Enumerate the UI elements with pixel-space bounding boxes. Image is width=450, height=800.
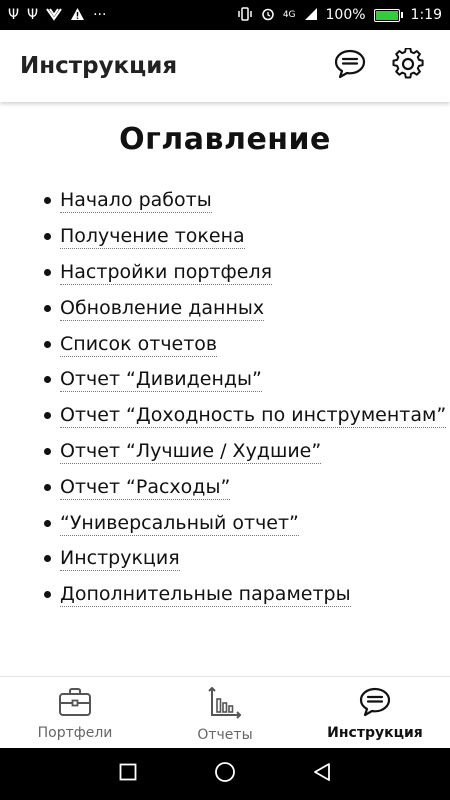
tab-label: Отчеты [197, 727, 253, 743]
toc-link[interactable]: Список отчетов [60, 332, 218, 357]
settings-button[interactable] [386, 44, 430, 88]
bullet [44, 555, 51, 563]
bottom-navigation: Портфели Отчеты Инструкция [0, 676, 450, 748]
network-type-label: 4G [282, 9, 296, 20]
tab-label: Инструкция [327, 725, 423, 741]
toc-link[interactable]: “Универсальный отчет” [60, 511, 299, 536]
list-item: Получение токена [44, 219, 450, 255]
toc-link[interactable]: Отчет “Лучшие / Худшие” [60, 439, 322, 464]
app-bar: Инструкция [0, 30, 450, 102]
chat-icon [359, 687, 391, 721]
tab-portfolios[interactable]: Портфели [0, 677, 150, 748]
usb-icon: Ψ [27, 7, 39, 23]
bullet [44, 197, 51, 205]
bullet [44, 483, 51, 491]
bullet [44, 376, 51, 384]
battery-percent: 100% [325, 7, 366, 23]
back-button[interactable] [302, 754, 342, 794]
toc-link[interactable]: Отчет “Расходы” [60, 475, 231, 500]
toc-title: Оглавление [119, 122, 331, 157]
vibrate-icon [237, 6, 253, 24]
list-item: Отчет “Дивиденды” [44, 362, 450, 398]
bullet [44, 268, 51, 276]
status-bar-left: Ψ Ψ ··· [8, 7, 106, 24]
toc-link[interactable]: Инструкция [60, 546, 180, 572]
bullet [44, 519, 51, 527]
chart-icon [208, 686, 242, 723]
chat-icon [334, 49, 366, 83]
toc-list: Начало работы Получение токена Настройки… [0, 183, 450, 613]
list-item: Отчет “Доходность по инструментам” [44, 398, 450, 434]
bullet [44, 591, 51, 599]
instruction-content: Оглавление Начало работы Получение токен… [0, 102, 450, 676]
bullet [44, 340, 51, 348]
toc-link[interactable]: Отчет “Дивиденды” [60, 367, 262, 393]
gear-icon [392, 47, 424, 84]
tab-instruction[interactable]: Инструкция [300, 677, 450, 748]
back-icon [312, 762, 332, 786]
list-item: Настройки портфеля [44, 255, 450, 291]
warning-icon [70, 7, 85, 24]
list-item: Отчет “Лучшие / Худшие” [44, 434, 450, 470]
toc-link[interactable]: Отчет “Доходность по инструментам” [60, 403, 447, 429]
toc-link[interactable]: Начало работы [60, 188, 212, 214]
toc-link[interactable]: Дополнительные параметры [60, 582, 351, 608]
battery-icon [373, 8, 403, 22]
list-item: Начало работы [44, 183, 450, 219]
list-item: “Универсальный отчет” [44, 505, 450, 541]
status-bar: Ψ Ψ ··· 4G 100% 1:19 [0, 0, 450, 30]
recents-button[interactable] [108, 754, 148, 794]
list-item: Инструкция [44, 541, 450, 577]
page-title: Инструкция [20, 53, 178, 79]
usb-icon: Ψ [8, 7, 20, 23]
status-bar-right: 4G 100% 1:19 [237, 6, 442, 24]
bullet [44, 304, 51, 312]
toc-link[interactable]: Получение токена [60, 224, 245, 250]
bullet [44, 412, 51, 420]
recents-icon [119, 763, 137, 785]
list-item: Список отчетов [44, 326, 450, 362]
list-item: Дополнительные параметры [44, 577, 450, 613]
tab-reports[interactable]: Отчеты [150, 677, 300, 748]
bullet [44, 233, 51, 241]
home-icon [214, 761, 236, 787]
system-navigation-bar [0, 748, 450, 800]
toc-link[interactable]: Настройки портфеля [60, 260, 273, 285]
signal-icon [304, 7, 318, 24]
home-button[interactable] [205, 754, 245, 794]
alarm-icon [261, 7, 275, 24]
toc-link[interactable]: Обновление данных [60, 296, 265, 321]
vpn-icon [46, 7, 62, 24]
briefcase-icon [58, 687, 92, 721]
more-icon: ··· [93, 7, 107, 23]
list-item: Обновление данных [44, 290, 450, 326]
clock: 1:19 [410, 7, 442, 23]
bullet [44, 447, 51, 455]
feedback-button[interactable] [328, 44, 372, 88]
tab-label: Портфели [37, 725, 113, 741]
list-item: Отчет “Расходы” [44, 469, 450, 505]
